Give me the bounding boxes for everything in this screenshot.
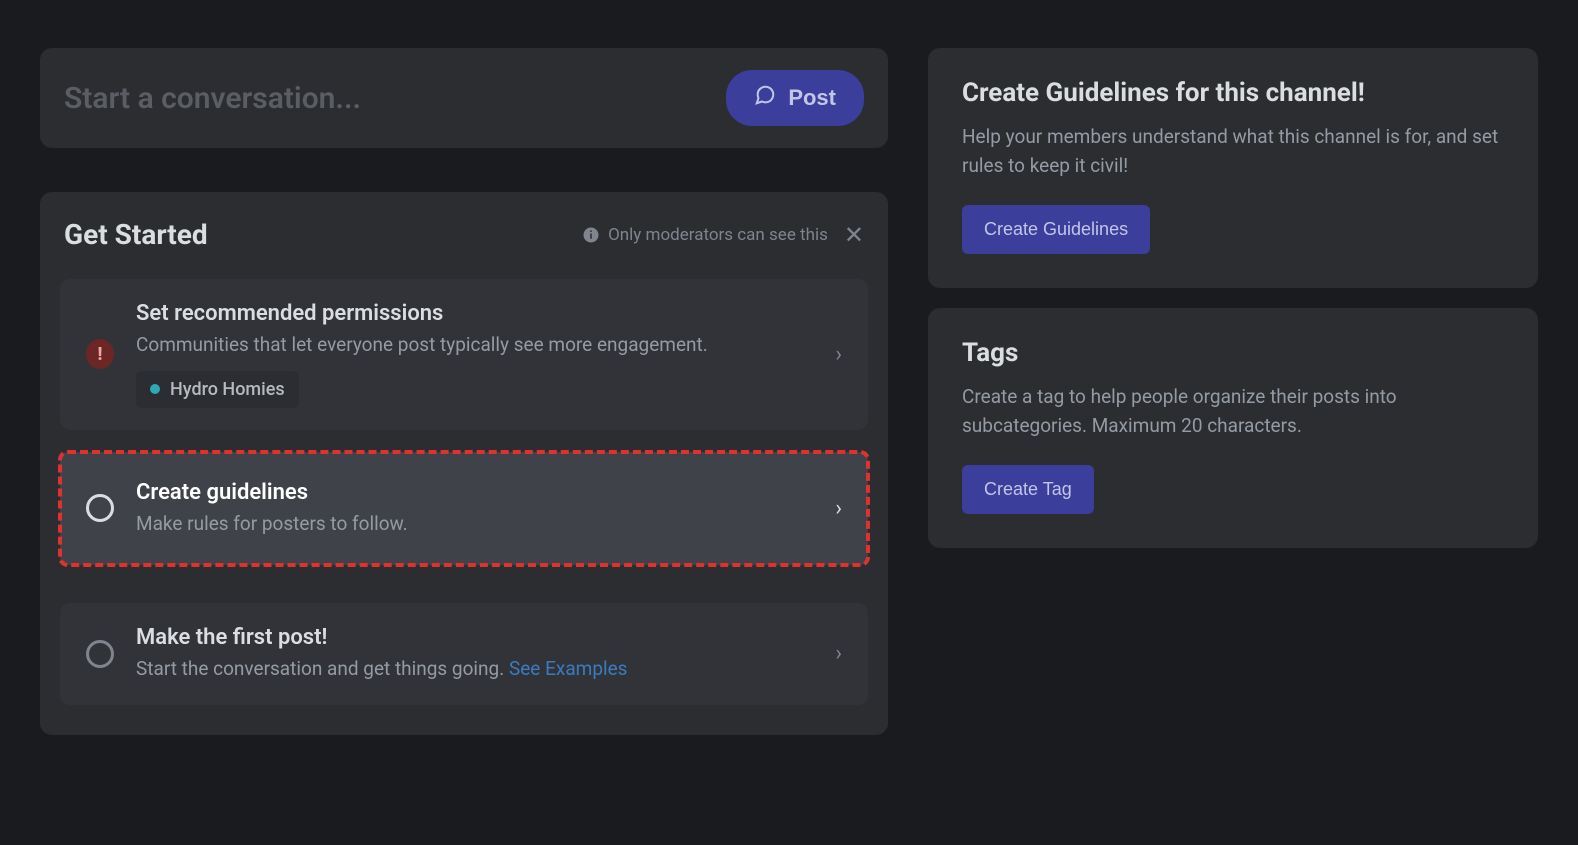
task-title: Set recommended permissions bbox=[136, 301, 813, 326]
task-title: Create guidelines bbox=[136, 480, 813, 505]
task-desc: Make rules for posters to follow. bbox=[136, 511, 813, 538]
task-permissions[interactable]: ! Set recommended permissions Communitie… bbox=[60, 279, 868, 430]
guidelines-title: Create Guidelines for this channel! bbox=[962, 78, 1504, 108]
info-icon bbox=[582, 226, 600, 244]
post-button-label: Post bbox=[788, 85, 836, 111]
compose-bar[interactable]: Start a conversation... Post bbox=[40, 48, 888, 148]
tag-label: Hydro Homies bbox=[170, 379, 285, 400]
sidebar-column: Create Guidelines for this channel! Help… bbox=[928, 48, 1538, 735]
chevron-right-icon: › bbox=[835, 641, 842, 666]
task-desc: Start the conversation and get things go… bbox=[136, 656, 813, 683]
tags-desc: Create a tag to help people organize the… bbox=[962, 382, 1504, 441]
task-first-post[interactable]: Make the first post! Start the conversat… bbox=[60, 603, 868, 705]
tag-pill[interactable]: Hydro Homies bbox=[136, 371, 299, 408]
guidelines-card: Create Guidelines for this channel! Help… bbox=[928, 48, 1538, 288]
task-create-guidelines[interactable]: Create guidelines Make rules for posters… bbox=[60, 452, 868, 566]
task-body: Make the first post! Start the conversat… bbox=[136, 625, 813, 683]
guidelines-desc: Help your members understand what this c… bbox=[962, 122, 1504, 181]
status-dot-icon bbox=[150, 384, 160, 394]
empty-circle-icon bbox=[86, 494, 114, 522]
task-desc: Communities that let everyone post typic… bbox=[136, 332, 813, 359]
create-tag-button[interactable]: Create Tag bbox=[962, 465, 1094, 514]
task-body: Set recommended permissions Communities … bbox=[136, 301, 813, 408]
get-started-header: Get Started Only moderators can see this… bbox=[60, 218, 868, 269]
chevron-right-icon: › bbox=[835, 496, 842, 521]
alert-icon: ! bbox=[86, 340, 114, 368]
empty-circle-icon bbox=[86, 640, 114, 668]
moderator-note: Only moderators can see this bbox=[582, 225, 828, 245]
chat-bubble-icon bbox=[754, 84, 776, 112]
tags-card: Tags Create a tag to help people organiz… bbox=[928, 308, 1538, 548]
task-title: Make the first post! bbox=[136, 625, 813, 650]
see-examples-link[interactable]: See Examples bbox=[509, 657, 628, 680]
compose-placeholder: Start a conversation... bbox=[64, 81, 361, 116]
post-button[interactable]: Post bbox=[726, 70, 864, 126]
close-icon[interactable]: ✕ bbox=[844, 223, 864, 247]
get-started-card: Get Started Only moderators can see this… bbox=[40, 192, 888, 735]
get-started-title: Get Started bbox=[64, 218, 208, 251]
get-started-header-right: Only moderators can see this ✕ bbox=[582, 223, 864, 247]
tags-title: Tags bbox=[962, 338, 1504, 368]
main-column: Start a conversation... Post Get Started… bbox=[40, 48, 888, 735]
chevron-right-icon: › bbox=[835, 342, 842, 367]
task-tags: Hydro Homies bbox=[136, 371, 813, 408]
create-guidelines-button[interactable]: Create Guidelines bbox=[962, 205, 1150, 254]
task-body: Create guidelines Make rules for posters… bbox=[136, 480, 813, 538]
